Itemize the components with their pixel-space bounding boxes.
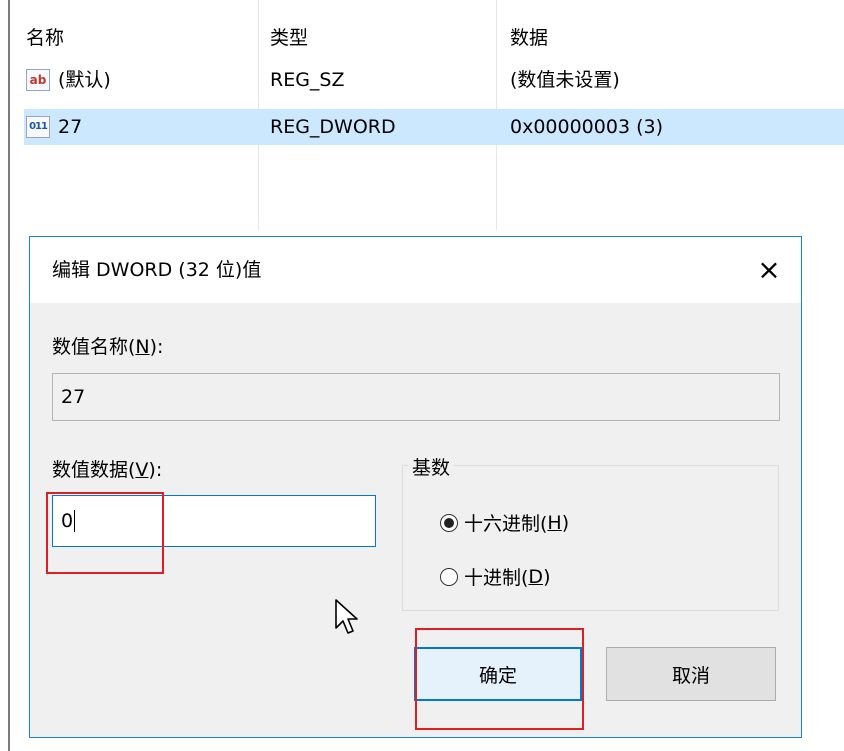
- close-button[interactable]: ×: [737, 237, 801, 303]
- close-icon: ×: [757, 253, 781, 286]
- radio-hexadecimal[interactable]: 十六进制(H): [440, 509, 569, 536]
- radio-decimal[interactable]: 十进制(D): [440, 563, 550, 590]
- window-left-border: [8, 0, 10, 751]
- dialog-title: 编辑 DWORD (32 位)值: [52, 259, 262, 281]
- ok-button[interactable]: 确定: [414, 647, 582, 701]
- edit-dword-dialog: 编辑 DWORD (32 位)值 × 数值名称(N): 27 数值数据(V): …: [29, 236, 802, 738]
- list-item-selected[interactable]: 011 27 REG_DWORD 0x00000003 (3): [24, 109, 844, 145]
- value-data-label: 数值数据(V):: [52, 459, 163, 481]
- dialog-titlebar[interactable]: 编辑 DWORD (32 位)值 ×: [30, 237, 801, 303]
- list-header: 名称 类型 数据: [24, 20, 844, 56]
- value-name-label: 数值名称(N):: [52, 336, 164, 358]
- radio-checked-icon: [440, 513, 458, 532]
- radio-unchecked-icon: [440, 567, 458, 586]
- column-header-data[interactable]: 数据: [510, 20, 548, 56]
- list-item[interactable]: ab (默认) REG_SZ (数值未设置): [24, 62, 844, 98]
- value-data: (数值未设置): [510, 69, 620, 91]
- value-name: 27: [58, 116, 83, 138]
- value-name-field: 27: [52, 373, 780, 421]
- string-value-icon: ab: [26, 69, 50, 91]
- value-data-input[interactable]: 0: [52, 495, 376, 547]
- mouse-pointer-icon: [335, 599, 358, 634]
- value-type: REG_DWORD: [270, 116, 396, 138]
- binary-value-icon: 011: [26, 116, 50, 138]
- column-header-name[interactable]: 名称: [26, 20, 64, 56]
- column-header-type[interactable]: 类型: [270, 20, 308, 56]
- cancel-button[interactable]: 取消: [606, 647, 776, 701]
- value-type: REG_SZ: [270, 69, 345, 91]
- value-data: 0x00000003 (3): [510, 116, 663, 138]
- text-caret: [74, 510, 76, 532]
- base-group-label: 基数: [408, 453, 455, 480]
- value-name: (默认): [58, 69, 111, 91]
